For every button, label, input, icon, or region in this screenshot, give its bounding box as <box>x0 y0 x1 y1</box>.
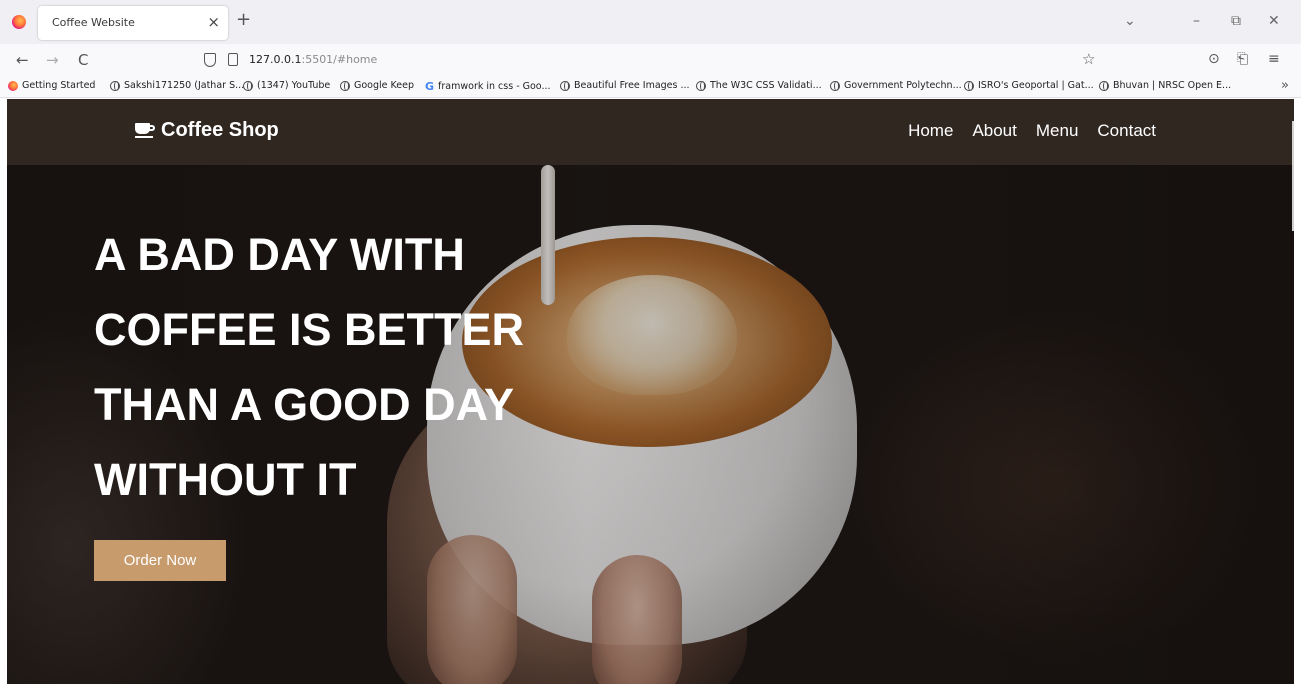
bookmark-government-polytechnic[interactable]: Government Polytechn... <box>830 80 962 91</box>
bookmark-google-keep[interactable]: Google Keep <box>340 80 414 91</box>
reload-button[interactable]: C <box>78 50 88 70</box>
shield-icon[interactable] <box>204 53 216 67</box>
globe-icon <box>696 80 706 91</box>
site-nav: Home About Menu Contact <box>908 121 1156 141</box>
globe-icon <box>1099 80 1109 91</box>
google-icon: G <box>425 80 435 93</box>
minimize-button[interactable]: – <box>1193 12 1200 30</box>
nav-menu[interactable]: Menu <box>1036 121 1079 141</box>
page-scrollbar[interactable] <box>1292 121 1294 231</box>
headline-line: WITHOUT IT <box>94 454 357 505</box>
forward-button[interactable]: → <box>46 50 59 70</box>
browser-tab-bar: Coffee Website × + ⌄ – ⧉ ✕ <box>0 0 1301 44</box>
firefox-icon <box>8 80 18 91</box>
bookmark-w3c-validator[interactable]: The W3C CSS Validati... <box>696 80 822 91</box>
globe-icon <box>830 80 840 91</box>
tab-coffee-website[interactable]: Coffee Website × <box>38 6 228 40</box>
site-header: Coffee Shop Home About Menu Contact <box>7 99 1294 165</box>
restore-button[interactable]: ⧉ <box>1231 12 1241 30</box>
bookmarks-overflow-icon[interactable]: » <box>1281 78 1289 93</box>
pocket-icon[interactable]: ⊙ <box>1208 50 1220 68</box>
headline-line: COFFEE IS BETTER <box>94 304 525 355</box>
browser-nav-bar: ← → C 127.0.0.1:5501/#home ☆ ⊙ ⎗ ≡ <box>0 44 1301 76</box>
bookmark-star-icon[interactable]: ☆ <box>1082 50 1095 68</box>
new-tab-button[interactable]: + <box>236 10 251 30</box>
bookmark-getting-started[interactable]: Getting Started <box>8 80 95 91</box>
bookmark-isro-geoportal[interactable]: ISRO's Geoportal | Gat... <box>964 80 1094 91</box>
coffee-cup-icon <box>135 123 155 138</box>
hero-headline: A BAD DAY WITH COFFEE IS BETTER THAN A G… <box>94 217 614 517</box>
bookmark-sakshi[interactable]: Sakshi171250 (Jathar S... <box>110 80 244 91</box>
site-logo[interactable]: Coffee Shop <box>135 119 279 142</box>
headline-line: THAN A GOOD DAY <box>94 379 515 430</box>
globe-icon <box>964 80 974 91</box>
globe-icon <box>340 80 350 91</box>
web-page: Coffee Shop Home About Menu Contact A BA… <box>7 99 1294 684</box>
page-icon <box>228 53 238 66</box>
bookmark-youtube[interactable]: (1347) YouTube <box>243 80 330 91</box>
nav-about[interactable]: About <box>972 121 1016 141</box>
list-all-tabs-icon[interactable]: ⌄ <box>1124 12 1136 30</box>
bookmark-beautiful-images[interactable]: Beautiful Free Images ... <box>560 80 690 91</box>
order-now-button[interactable]: Order Now <box>94 540 226 581</box>
url-bar[interactable]: 127.0.0.1:5501/#home ☆ <box>196 48 1106 72</box>
menu-icon[interactable]: ≡ <box>1268 50 1280 68</box>
tab-title: Coffee Website <box>52 16 135 29</box>
globe-icon <box>243 80 253 91</box>
hero-section: A BAD DAY WITH COFFEE IS BETTER THAN A G… <box>7 165 1294 684</box>
bookmark-framwork-css[interactable]: Gframwork in css - Goo... <box>425 80 551 93</box>
bookmark-bhuvan[interactable]: Bhuvan | NRSC Open E... <box>1099 80 1231 91</box>
back-button[interactable]: ← <box>16 50 29 70</box>
headline-line: A BAD DAY WITH <box>94 229 465 280</box>
extensions-icon[interactable]: ⎗ <box>1237 50 1248 68</box>
close-window-button[interactable]: ✕ <box>1268 12 1280 30</box>
url-text[interactable]: 127.0.0.1:5501/#home <box>249 53 377 66</box>
close-tab-icon[interactable]: × <box>207 13 220 31</box>
globe-icon <box>110 80 120 91</box>
globe-icon <box>560 80 570 91</box>
bookmarks-bar: Getting Started Sakshi171250 (Jathar S..… <box>0 76 1301 98</box>
logo-text: Coffee Shop <box>161 119 279 141</box>
nav-home[interactable]: Home <box>908 121 953 141</box>
nav-contact[interactable]: Contact <box>1097 121 1156 141</box>
firefox-icon <box>12 15 26 29</box>
